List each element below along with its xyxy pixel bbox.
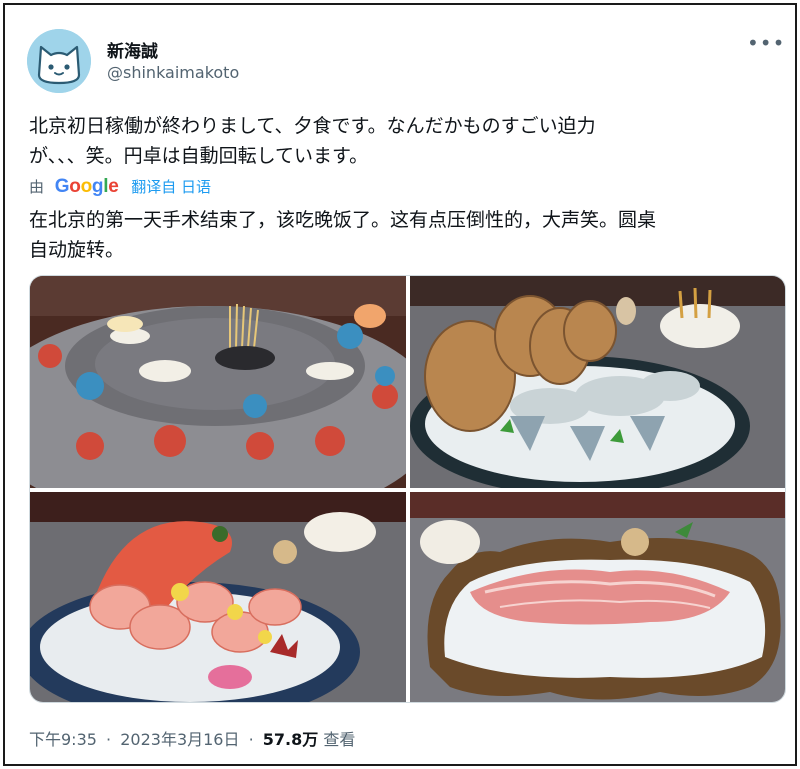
tweet-meta: 下午9:35 · 2023年3月16日 · 57.8万 查看 [29, 729, 355, 751]
tweet-text: 北京初日稼働が終わりまして、夕食です。なんだかものすごい迫力 が、、、笑。円卓は… [29, 115, 596, 167]
translated-by-label: 由 [29, 178, 45, 196]
author-name[interactable]: 新海誠 [107, 37, 158, 62]
tweet-card: 新海誠 @shinkaimakoto ••• 北京初日稼働が終わりまして、夕食で… [3, 3, 797, 766]
cat-avatar-icon [27, 29, 91, 93]
more-horizontal-icon[interactable]: ••• [747, 31, 784, 61]
translated-text: 在北京的第一天手术结束了，该吃晚饭了。这有点压倒性的，大声笑。圆桌 自动旋转。 [29, 209, 657, 261]
media-grid [29, 275, 786, 703]
tweet-time[interactable]: 下午9:35 [29, 730, 97, 749]
meta-separator: · [106, 730, 112, 749]
views-count: 57.8万 [262, 730, 319, 749]
translation-attribution: 由 Google 翻译自 日语 [29, 175, 211, 199]
translation-source-link[interactable]: 翻译自 日语 [131, 178, 211, 196]
views-label: 查看 [323, 730, 356, 749]
meta-separator: · [248, 730, 254, 749]
author-handle[interactable]: @shinkaimakoto [107, 63, 239, 82]
avatar[interactable] [27, 29, 91, 93]
clams-on-ice-photo[interactable] [410, 276, 785, 488]
tweet-header: 新海誠 @shinkaimakoto ••• [27, 29, 784, 93]
google-logo: Google [54, 176, 119, 197]
wagyu-beef-photo[interactable] [410, 492, 785, 702]
fish-sashimi-photo[interactable] [30, 492, 406, 702]
tweet-date[interactable]: 2023年3月16日 [120, 730, 239, 749]
round-table-dinner-photo[interactable] [30, 276, 406, 488]
